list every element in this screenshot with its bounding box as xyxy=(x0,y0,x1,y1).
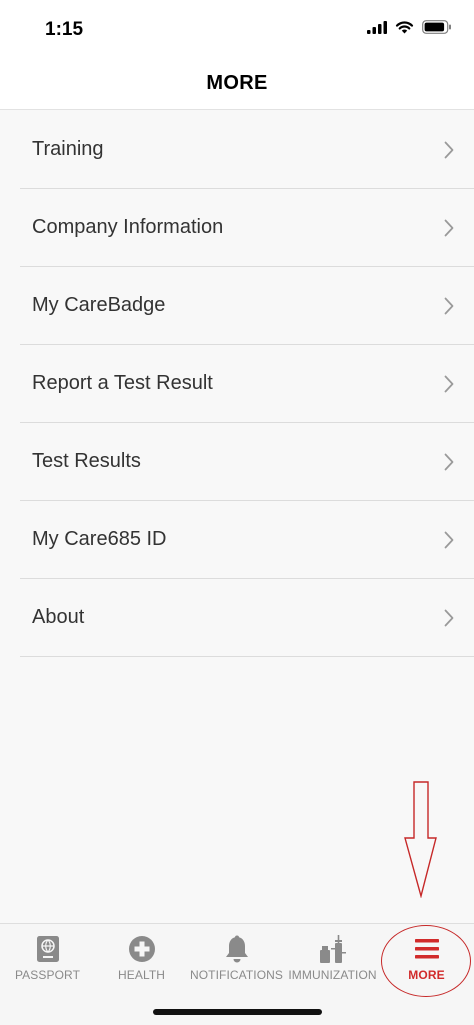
menu-item-company-information[interactable]: Company Information xyxy=(20,189,474,267)
tab-label: IMMUNIZATION xyxy=(288,968,377,982)
tab-label: NOTIFICATIONS xyxy=(189,968,284,982)
tab-label: MORE xyxy=(408,968,445,982)
page-title: MORE xyxy=(206,72,268,94)
home-indicator xyxy=(153,1009,322,1015)
status-time: 1:15 xyxy=(45,19,84,40)
page-header: MORE xyxy=(0,58,474,110)
passport-icon xyxy=(33,934,63,964)
menu-item-label: Company Information xyxy=(32,216,224,238)
chevron-right-icon xyxy=(444,141,454,158)
tab-label: HEALTH xyxy=(117,968,166,982)
menu-item-report-test-result[interactable]: Report a Test Result xyxy=(20,345,474,423)
tab-more[interactable]: MORE xyxy=(379,924,474,994)
menu-item-label: My Care685 ID xyxy=(32,528,167,550)
tab-passport[interactable]: PASSPORT xyxy=(0,924,95,994)
cellular-signal-icon xyxy=(367,20,387,34)
chevron-right-icon xyxy=(444,531,454,548)
menu-item-about[interactable]: About xyxy=(20,579,474,657)
tab-notifications[interactable]: NOTIFICATIONS xyxy=(189,924,284,994)
more-menu-list: Training Company Information My CareBadg… xyxy=(0,111,474,657)
chevron-right-icon xyxy=(444,297,454,314)
menu-item-label: My CareBadge xyxy=(32,294,166,316)
chevron-right-icon xyxy=(444,609,454,626)
wifi-icon xyxy=(395,21,414,34)
menu-item-label: About xyxy=(32,606,85,628)
tab-immunization[interactable]: IMMUNIZATION xyxy=(285,924,380,994)
tab-label: PASSPORT xyxy=(14,968,81,982)
annotation-arrow-icon xyxy=(404,781,437,898)
chevron-right-icon xyxy=(444,375,454,392)
battery-icon xyxy=(422,20,451,34)
menu-item-my-care685-id[interactable]: My Care685 ID xyxy=(20,501,474,579)
menu-item-label: Test Results xyxy=(32,450,141,472)
tab-health[interactable]: HEALTH xyxy=(94,924,189,994)
status-bar: 1:15 xyxy=(0,0,474,58)
health-plus-icon xyxy=(127,934,157,964)
status-icons xyxy=(367,20,452,34)
hamburger-icon xyxy=(412,934,442,964)
bell-icon xyxy=(222,934,252,964)
menu-item-test-results[interactable]: Test Results xyxy=(20,423,474,501)
chevron-right-icon xyxy=(444,453,454,470)
menu-item-my-carebadge[interactable]: My CareBadge xyxy=(20,267,474,345)
menu-item-label: Training xyxy=(32,138,104,160)
chevron-right-icon xyxy=(444,219,454,236)
menu-item-label: Report a Test Result xyxy=(32,372,213,394)
vaccine-icon xyxy=(318,934,348,964)
menu-item-training[interactable]: Training xyxy=(20,111,474,189)
